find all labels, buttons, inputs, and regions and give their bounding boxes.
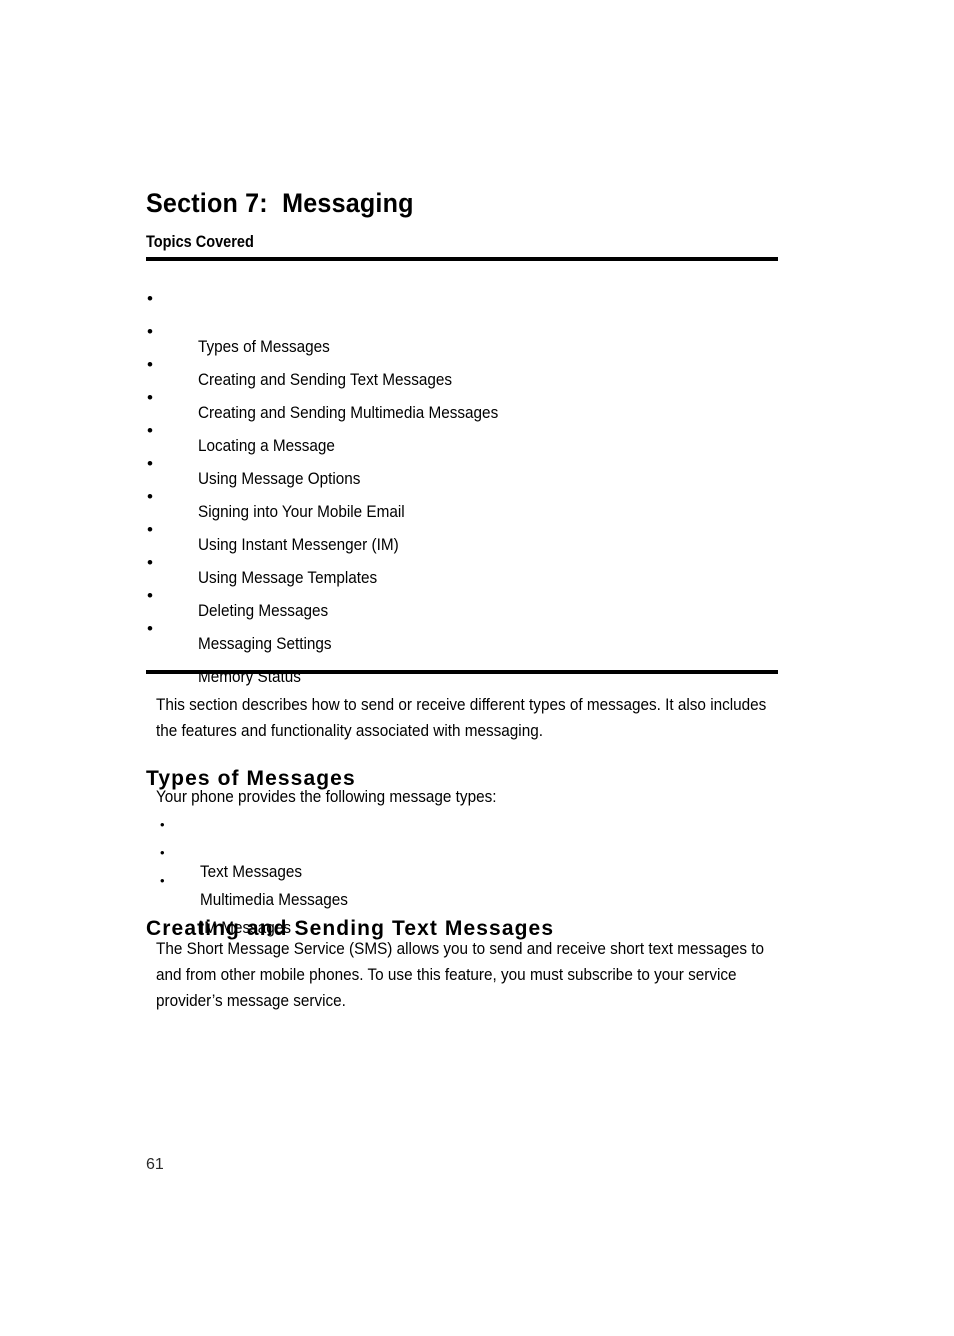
bullet-icon: •: [147, 355, 153, 374]
list-item: • Creating and Sending Text Messages: [146, 320, 786, 389]
bullet-icon: •: [147, 586, 153, 605]
list-item: • Multimedia Messages: [160, 840, 660, 909]
list-item: • Text Messages: [160, 812, 660, 881]
document-page: Section 7: Messaging Topics Covered • Ty…: [0, 0, 954, 1336]
list-item: • Memory Status: [146, 617, 786, 686]
list-item: • Locating a Message: [146, 386, 786, 455]
types-of-messages-intro: Your phone provides the following messag…: [156, 784, 778, 810]
list-item: • Creating and Sending Multimedia Messag…: [146, 353, 786, 422]
list-item: • Messaging Settings: [146, 584, 786, 653]
sms-paragraph-text: The Short Message Service (SMS) allows y…: [156, 939, 765, 1010]
intro-paragraph-text: This section describes how to send or re…: [156, 695, 767, 740]
page-title: Section 7: Messaging: [146, 188, 414, 219]
horizontal-rule-bottom: [146, 670, 778, 674]
bullet-icon: •: [147, 322, 153, 341]
topics-list: • Types of Messages • Creating and Sendi…: [146, 287, 786, 686]
bullet-icon: •: [147, 553, 153, 572]
horizontal-rule-top: [146, 257, 778, 261]
list-item: • Deleting Messages: [146, 551, 786, 620]
bullet-icon: •: [147, 520, 153, 539]
list-item: • Types of Messages: [146, 287, 786, 356]
bullet-icon: •: [147, 454, 153, 473]
list-item: • IM Messages: [160, 868, 660, 937]
list-item: • Using Instant Messenger (IM): [146, 485, 786, 554]
types-of-messages-intro-text: Your phone provides the following messag…: [156, 787, 497, 806]
intro-paragraph: This section describes how to send or re…: [156, 692, 778, 744]
bullet-icon: •: [147, 619, 153, 638]
list-item-label: Memory Status: [198, 667, 302, 686]
bullet-icon: •: [147, 289, 153, 308]
bullet-icon: •: [147, 388, 153, 407]
page-number: 61: [146, 1156, 164, 1173]
bullet-icon: •: [160, 817, 165, 832]
bullet-icon: •: [160, 873, 165, 888]
list-item: • Using Message Templates: [146, 518, 786, 587]
message-types-list: • Text Messages • Multimedia Messages • …: [160, 812, 660, 937]
list-item: • Using Message Options: [146, 419, 786, 488]
bullet-icon: •: [147, 487, 153, 506]
topics-covered-label: Topics Covered: [146, 233, 254, 251]
bullet-icon: •: [160, 845, 165, 860]
bullet-icon: •: [147, 421, 153, 440]
sms-paragraph: The Short Message Service (SMS) allows y…: [156, 936, 786, 1014]
list-item: • Signing into Your Mobile Email: [146, 452, 786, 521]
